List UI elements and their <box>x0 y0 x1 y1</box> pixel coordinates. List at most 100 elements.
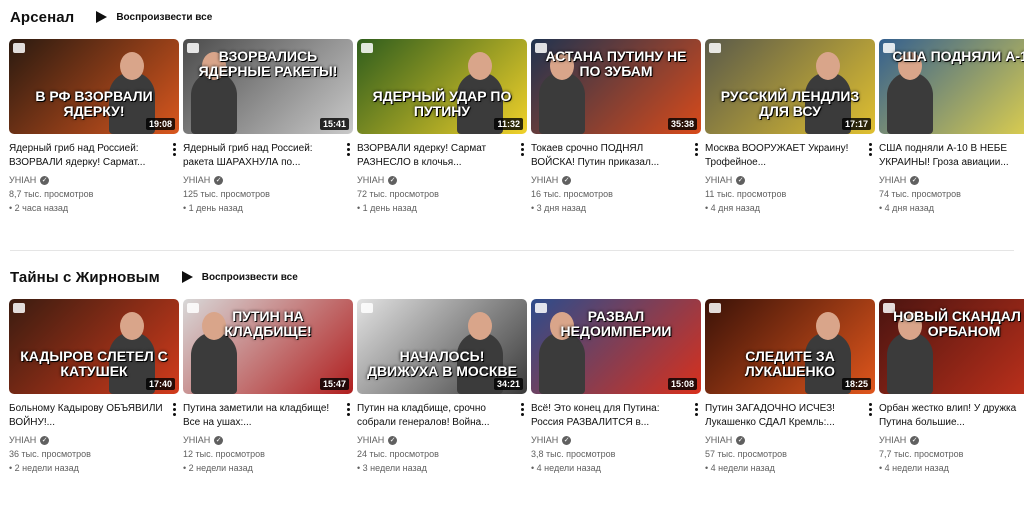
video-title[interactable]: Токаев срочно ПОДНЯЛ ВОЙСКА! Путин прика… <box>531 142 702 170</box>
verified-check-icon: ✓ <box>40 435 50 445</box>
video-title[interactable]: ВЗОРВАЛИ ядерку! Сармат РАЗНЕСЛО в клочь… <box>357 142 528 170</box>
video-thumbnail[interactable]: РАЗВАЛ НЕДОИМПЕРИИ 15:08 <box>531 299 701 394</box>
shelf-title[interactable]: Тайны с Жирновым <box>10 269 160 286</box>
channel-logo-icon <box>361 303 373 313</box>
thumbnail-caption: НОВЫЙ СКАНДАЛ С ОРБАНОМ <box>893 308 1024 339</box>
shelf-divider <box>10 250 1014 251</box>
verified-check-icon: ✓ <box>736 435 746 445</box>
video-card[interactable]: В РФ ВЗОРВАЛИ ЯДЕРКУ! 19:08 Ядерный гриб н… <box>9 39 180 215</box>
view-count: 16 тыс. просмотров <box>531 189 613 199</box>
view-count: 11 тыс. просмотров <box>705 189 787 199</box>
more-options-icon[interactable] <box>695 143 698 157</box>
video-thumbnail[interactable]: НОВЫЙ СКАНДАЛ С ОРБАНОМ <box>879 299 1024 394</box>
video-card[interactable]: НАЧАЛОСЬ! ДВИЖУХА В МОСКВЕ 34:21 Путин на … <box>357 299 528 475</box>
more-options-icon[interactable] <box>869 143 872 157</box>
video-card[interactable]: США ПОДНЯЛИ А-10 США подняли А-10 В НЕБЕ … <box>879 39 1024 215</box>
thumbnail-caption: АСТАНА ПУТИНУ НЕ ПО ЗУБАМ <box>545 48 687 79</box>
more-options-icon[interactable] <box>173 403 176 417</box>
play-all-label: Воспроизвести все <box>201 271 298 283</box>
video-title[interactable]: Всё! Это конец для Путина: Россия РАЗВАЛ… <box>531 402 702 430</box>
more-options-icon[interactable] <box>347 143 350 157</box>
channel-logo-icon <box>709 43 721 53</box>
channel-name[interactable]: УНІАН <box>531 435 558 445</box>
video-card[interactable]: РУССКИЙ ЛЕНДЛИЗ ДЛЯ ВСУ 17:17 Москва ВООРУ… <box>705 39 876 215</box>
upload-age-text: 3 дня назад <box>536 203 587 213</box>
video-card[interactable]: ПУТИН НА КЛАДБИЩЕ! 15:47 Путина заметили н… <box>183 299 354 475</box>
play-all-button[interactable]: Воспроизвести все <box>96 11 212 23</box>
video-thumbnail[interactable]: РУССКИЙ ЛЕНДЛИЗ ДЛЯ ВСУ 17:17 <box>705 39 875 134</box>
channel-name[interactable]: УНІАН <box>531 175 558 185</box>
video-card[interactable]: АСТАНА ПУТИНУ НЕ ПО ЗУБАМ 35:38 Токаев сро… <box>531 39 702 215</box>
more-options-icon[interactable] <box>173 143 176 157</box>
upload-age: • 3 недели назад <box>357 461 528 475</box>
verified-check-icon: ✓ <box>562 435 572 445</box>
play-icon <box>181 271 193 283</box>
video-thumbnail[interactable]: НАЧАЛОСЬ! ДВИЖУХА В МОСКВЕ 34:21 <box>357 299 527 394</box>
video-title[interactable]: Орбан жестко влип! У дружка Путина больш… <box>879 402 1024 430</box>
video-card[interactable]: ЯДЕРНЫЙ УДАР ПО ПУТИНУ 11:32 ВЗОРВАЛИ ядер… <box>357 39 528 215</box>
video-card[interactable]: РАЗВАЛ НЕДОИМПЕРИИ 15:08 Всё! Это конец дл… <box>531 299 702 475</box>
play-icon <box>96 11 108 23</box>
channel-name[interactable]: УНІАН <box>183 435 210 445</box>
video-card[interactable]: СЛЕДИТЕ ЗА ЛУКАШЕНКО 18:25 Путин ЗАГАДОЧНО… <box>705 299 876 475</box>
video-title[interactable]: Больному Кадырову ОБЪЯВИЛИ ВОЙНУ!... <box>9 402 180 430</box>
video-thumbnail[interactable]: США ПОДНЯЛИ А-10 <box>879 39 1024 134</box>
video-card[interactable]: НОВЫЙ СКАНДАЛ С ОРБАНОМ Орбан жестко влип… <box>879 299 1024 475</box>
video-thumbnail[interactable]: СЛЕДИТЕ ЗА ЛУКАШЕНКО 18:25 <box>705 299 875 394</box>
video-title[interactable]: Москва ВООРУЖАЕТ Украину! Трофейное... <box>705 142 876 170</box>
channel-name-row: УНІАН ✓ <box>183 175 354 185</box>
channel-name[interactable]: УНІАН <box>879 435 906 445</box>
video-thumbnail[interactable]: ПУТИН НА КЛАДБИЩЕ! 15:47 <box>183 299 353 394</box>
video-thumbnail[interactable]: АСТАНА ПУТИНУ НЕ ПО ЗУБАМ 35:38 <box>531 39 701 134</box>
channel-name[interactable]: УНІАН <box>705 175 732 185</box>
video-title[interactable]: Путин ЗАГАДОЧНО ИСЧЕЗ! Лукашенко СДАЛ Кр… <box>705 402 876 430</box>
channel-name[interactable]: УНІАН <box>9 175 36 185</box>
more-options-icon[interactable] <box>869 403 872 417</box>
video-title[interactable]: Ядерный гриб над Россией: ракета ШАРАХНУ… <box>183 142 354 170</box>
duration-badge: 34:21 <box>493 378 523 390</box>
thumbnail-caption: В РФ ВЗОРВАЛИ ЯДЕРКУ! <box>35 88 153 119</box>
view-count: 3,8 тыс. просмотров <box>531 449 616 459</box>
channel-name[interactable]: УНІАН <box>357 435 384 445</box>
video-title[interactable]: США подняли А-10 В НЕБЕ УКРАИНЫ! Гроза а… <box>879 142 1024 170</box>
channel-name[interactable]: УНІАН <box>357 175 384 185</box>
thumbnail-person-image <box>191 312 237 394</box>
channel-name[interactable]: УНІАН <box>879 175 906 185</box>
video-title[interactable]: Ядерный гриб над Россией: ВЗОРВАЛИ ядерк… <box>9 142 180 170</box>
view-count: 7,7 тыс. просмотров <box>879 449 964 459</box>
play-all-button[interactable]: Воспроизвести все <box>181 271 298 283</box>
view-count: 125 тыс. просмотров <box>183 189 270 199</box>
video-card[interactable]: ВЗОРВАЛИСЬ ЯДЕРНЫЕ РАКЕТЫ! 15:41 Ядерный г… <box>183 39 354 215</box>
more-options-icon[interactable] <box>521 403 524 417</box>
channel-name[interactable]: УНІАН <box>9 435 36 445</box>
channel-name-row: УНІАН ✓ <box>357 175 528 185</box>
upload-age-text: 4 недели назад <box>884 463 949 473</box>
upload-age: • 2 часа назад <box>9 201 180 215</box>
more-options-icon[interactable] <box>521 143 524 157</box>
shelf-title[interactable]: Арсенал <box>10 9 74 26</box>
video-thumbnail[interactable]: КАДЫРОВ СЛЕТЕЛ С КАТУШЕК 17:40 <box>9 299 179 394</box>
channel-name[interactable]: УНІАН <box>183 175 210 185</box>
video-card[interactable]: КАДЫРОВ СЛЕТЕЛ С КАТУШЕК 17:40 Больному Ка… <box>9 299 180 475</box>
verified-check-icon: ✓ <box>388 435 398 445</box>
verified-check-icon: ✓ <box>910 435 920 445</box>
upload-age-text: 1 день назад <box>188 203 243 213</box>
more-options-icon[interactable] <box>695 403 698 417</box>
channel-logo-icon <box>13 43 25 53</box>
upload-age: • 4 недели назад <box>879 461 1024 475</box>
thumbnail-caption: ЯДЕРНЫЙ УДАР ПО ПУТИНУ <box>372 88 512 119</box>
video-title[interactable]: Путина заметили на кладбище! Все на ушах… <box>183 402 354 430</box>
view-count: 8,7 тыс. просмотров <box>9 189 94 199</box>
upload-age: • 2 недели назад <box>9 461 180 475</box>
video-thumbnail[interactable]: ВЗОРВАЛИСЬ ЯДЕРНЫЕ РАКЕТЫ! 15:41 <box>183 39 353 134</box>
shelf-header: Тайны с Жирновым Воспроизвести все <box>10 265 298 289</box>
upload-age-text: 4 недели назад <box>536 463 601 473</box>
video-title[interactable]: Путин на кладбище, срочно собрали генера… <box>357 402 528 430</box>
video-thumbnail[interactable]: В РФ ВЗОРВАЛИ ЯДЕРКУ! 19:08 <box>9 39 179 134</box>
upload-age: • 1 день назад <box>183 201 354 215</box>
verified-check-icon: ✓ <box>388 175 398 185</box>
more-options-icon[interactable] <box>347 403 350 417</box>
verified-check-icon: ✓ <box>214 175 224 185</box>
channel-name[interactable]: УНІАН <box>705 435 732 445</box>
video-thumbnail[interactable]: ЯДЕРНЫЙ УДАР ПО ПУТИНУ 11:32 <box>357 39 527 134</box>
